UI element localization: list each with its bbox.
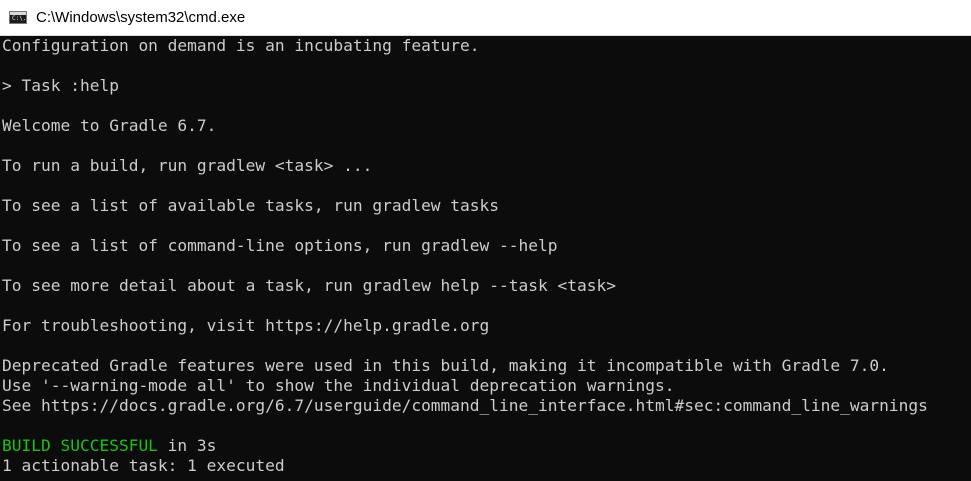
console-line: Welcome to Gradle 6.7. bbox=[2, 116, 217, 135]
console-line: To see more detail about a task, run gra… bbox=[2, 276, 616, 295]
console-line: Configuration on demand is an incubating… bbox=[2, 36, 480, 55]
build-successful-text: BUILD SUCCESSFUL bbox=[2, 436, 158, 455]
console-line: Deprecated Gradle features were used in … bbox=[2, 356, 889, 375]
window-title: C:\Windows\system32\cmd.exe bbox=[36, 9, 246, 26]
console-line: > Task :help bbox=[2, 76, 119, 95]
summary-line: 1 actionable task: 1 executed bbox=[2, 456, 285, 475]
cmd-window: C:\. C:\Windows\system32\cmd.exe Configu… bbox=[0, 0, 971, 481]
console-line: To see a list of command-line options, r… bbox=[2, 236, 558, 255]
console-output[interactable]: Configuration on demand is an incubating… bbox=[0, 36, 971, 481]
console-line: To run a build, run gradlew <task> ... bbox=[2, 156, 373, 175]
icon-prompt-text: C:\. bbox=[12, 15, 27, 22]
console-line: Use '--warning-mode all' to show the ind… bbox=[2, 376, 675, 395]
cmd-console-icon[interactable]: C:\. bbox=[9, 11, 27, 24]
title-bar[interactable]: C:\. C:\Windows\system32\cmd.exe bbox=[0, 0, 971, 36]
console-line: To see a list of available tasks, run gr… bbox=[2, 196, 500, 215]
build-time-text: in 3s bbox=[157, 436, 217, 455]
console-line: For troubleshooting, visit https://help.… bbox=[2, 316, 490, 335]
build-status-line: BUILD SUCCESSFUL in 3s bbox=[2, 436, 216, 456]
console-line: See https://docs.gradle.org/6.7/userguid… bbox=[2, 396, 928, 415]
